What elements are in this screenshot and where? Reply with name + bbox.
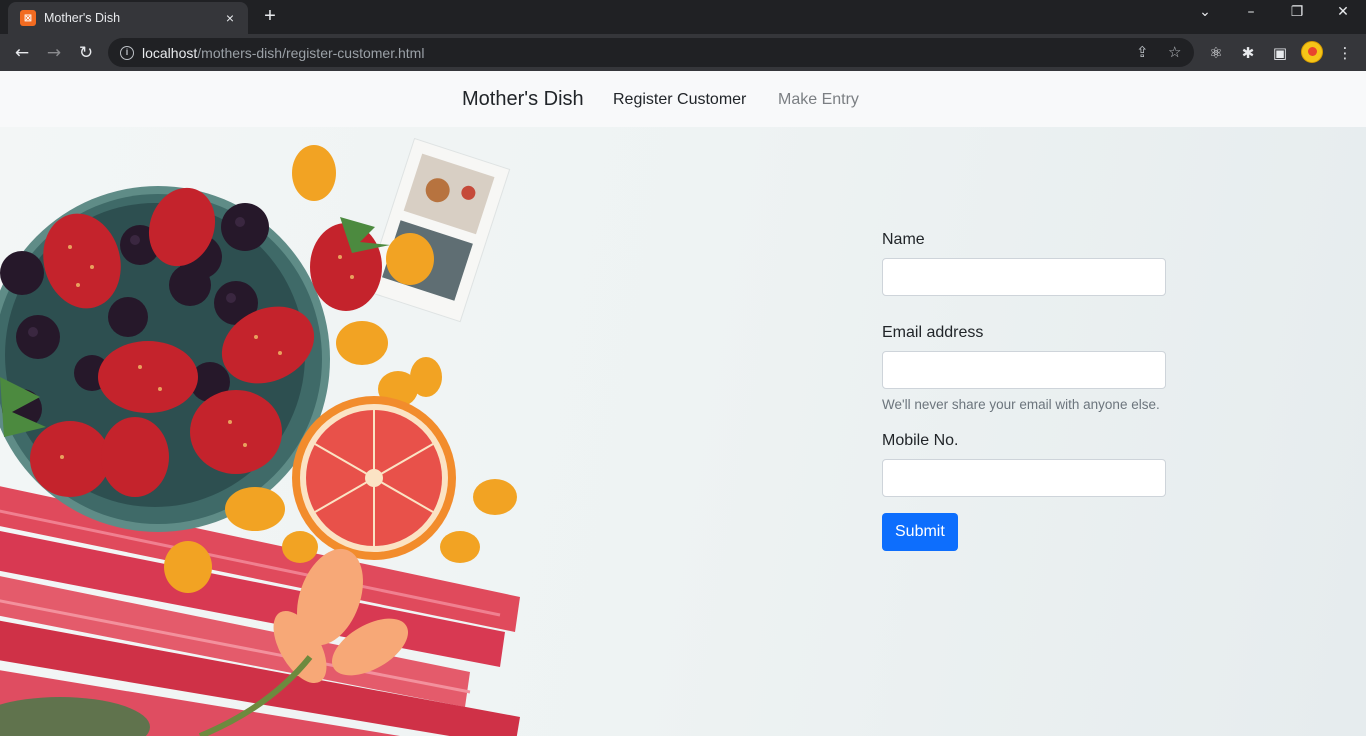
react-devtools-icon[interactable]: ⚛ <box>1205 42 1227 64</box>
browser-toolbar: ← → ↻ i localhost/mothers-dish/register-… <box>0 34 1366 71</box>
forward-icon[interactable]: → <box>42 41 66 65</box>
mobile-input[interactable] <box>882 459 1166 497</box>
site-info-icon[interactable]: i <box>120 45 134 60</box>
chrome-menu-icon[interactable]: ⋮ <box>1334 42 1356 64</box>
url-path: /mothers-dish/register-customer.html <box>197 44 425 61</box>
tab-title: Mother's Dish <box>44 11 121 25</box>
email-label: Email address <box>882 324 984 341</box>
site-navbar: Mother's Dish Register Customer Make Ent… <box>0 71 1366 127</box>
page-content: Mother's Dish Register Customer Make Ent… <box>0 71 1366 736</box>
side-panel-icon[interactable]: ▣ <box>1269 42 1291 64</box>
register-customer-form: Name Email address We'll never share you… <box>882 231 1166 551</box>
reload-icon[interactable]: ↻ <box>74 41 98 65</box>
close-window-icon[interactable]: ✕ <box>1331 4 1355 20</box>
tab-close-icon[interactable]: × <box>222 10 238 26</box>
name-label: Name <box>882 231 925 248</box>
xampp-favicon-icon: ⊠ <box>20 10 36 26</box>
email-help-text: We'll never share your email with anyone… <box>882 397 1160 412</box>
navbar-brand[interactable]: Mother's Dish <box>462 88 584 111</box>
minimize-icon[interactable]: – <box>1239 4 1263 20</box>
nav-link-make-entry[interactable]: Make Entry <box>778 91 859 109</box>
nav-link-register-customer[interactable]: Register Customer <box>613 91 746 109</box>
restore-icon[interactable]: ❐ <box>1285 4 1309 20</box>
back-icon[interactable]: ← <box>10 41 34 65</box>
submit-button[interactable]: Submit <box>882 513 958 551</box>
name-input[interactable] <box>882 258 1166 296</box>
mobile-label: Mobile No. <box>882 432 959 449</box>
tab-search-icon[interactable]: ⌄ <box>1193 4 1217 20</box>
profile-avatar[interactable] <box>1301 41 1323 63</box>
extensions-puzzle-icon[interactable]: ✱ <box>1237 42 1259 64</box>
browser-tab[interactable]: ⊠ Mother's Dish × <box>8 2 248 34</box>
url-host: localhost <box>142 44 198 61</box>
new-tab-icon[interactable]: + <box>260 5 280 28</box>
email-input[interactable] <box>882 351 1166 389</box>
address-bar[interactable]: i localhost/mothers-dish/register-custom… <box>108 38 1194 67</box>
browser-tab-strip: ⊠ Mother's Dish × + ⌄ – ❐ ✕ <box>0 0 1366 34</box>
share-icon[interactable]: ⇪ <box>1136 38 1149 67</box>
bookmark-star-icon[interactable]: ☆ <box>1168 38 1181 67</box>
food-background-image <box>0 137 520 736</box>
